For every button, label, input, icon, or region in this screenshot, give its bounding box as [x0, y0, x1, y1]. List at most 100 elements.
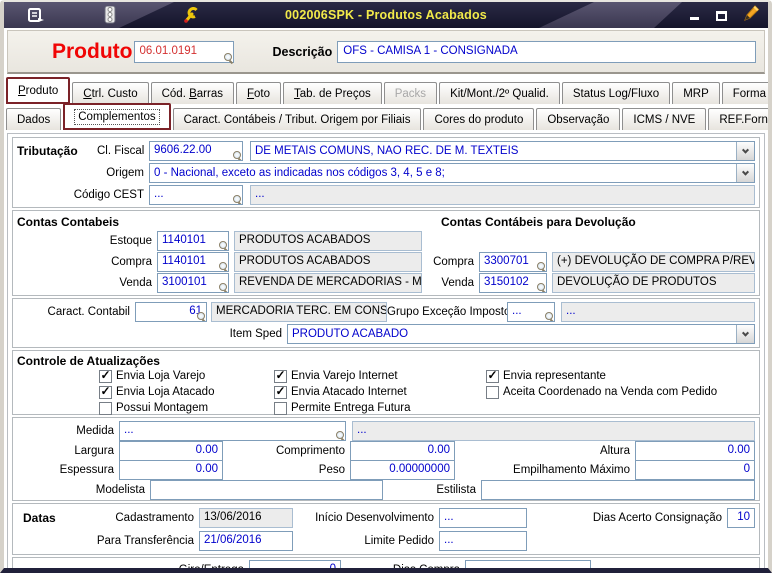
tab-ctrl-custo[interactable]: Ctrl. Custo	[72, 82, 148, 104]
lookup-icon[interactable]	[218, 241, 228, 251]
checkbox-box[interactable]	[274, 386, 287, 399]
inicio-desenvolvimento-field[interactable]: ...	[439, 508, 527, 528]
item-sped-combo[interactable]: PRODUTO ACABADO	[287, 324, 755, 344]
form-icon[interactable]	[26, 6, 46, 24]
cl-fiscal-desc-combo[interactable]: DE METAIS COMUNS, NAO REC. DE M. TEXTEIS	[250, 141, 755, 161]
datas-title: Datas	[17, 511, 73, 525]
codigo-cest-label: Código CEST	[17, 189, 149, 201]
tab-ref-fornecedor[interactable]: REF.Fornecedor	[708, 108, 772, 130]
checkbox-envia-atacado-internet[interactable]: Envia Atacado Internet	[274, 384, 407, 400]
tab-status-log-fluxo[interactable]: Status Log/Fluxo	[562, 82, 670, 104]
largura-field[interactable]: 0.00	[119, 441, 223, 461]
checkbox-box[interactable]	[99, 386, 112, 399]
espessura-field[interactable]: 0.00	[119, 460, 223, 480]
edit-pencil-icon[interactable]	[742, 4, 760, 27]
product-label: Produto	[52, 40, 132, 64]
dropdown-arrow-icon[interactable]	[736, 164, 754, 182]
caract-contabil-code-field[interactable]: 61	[135, 302, 207, 322]
altura-field[interactable]: 0.00	[635, 441, 755, 461]
venda-code-field[interactable]: 3100101	[157, 273, 229, 293]
tributacao-title: Tributação	[17, 144, 97, 158]
lookup-icon[interactable]	[536, 262, 546, 272]
tab-foto[interactable]: Foto	[236, 82, 281, 104]
dias-compra-field[interactable]: ...	[465, 560, 591, 573]
dev-venda-code-field[interactable]: 3150102	[479, 273, 547, 293]
grupo-excecao-code-field[interactable]: ...	[507, 302, 555, 322]
tab-observacao[interactable]: Observação	[536, 108, 620, 130]
comprimento-field[interactable]: 0.00	[350, 441, 455, 461]
lookup-icon[interactable]	[335, 431, 345, 441]
titlebar: 002006SPK - Produtos Acabados	[4, 2, 768, 28]
tab-packs: Packs	[384, 82, 437, 104]
section-datas: Datas Cadastramento 13/06/2016 Início De…	[12, 503, 760, 555]
checkbox-box[interactable]	[99, 402, 112, 415]
peso-field[interactable]: 0.00000000	[350, 460, 455, 480]
section-giro-dias: Giro/Entrega 0 Dias Compra ...	[12, 557, 760, 573]
checkbox-box[interactable]	[486, 370, 499, 383]
checkbox-permite-entrega-futura[interactable]: Permite Entrega Futura	[274, 400, 411, 416]
tab-tab-de-precos[interactable]: Tab. de Preços	[283, 82, 382, 104]
description-label: Descrição	[272, 45, 332, 59]
tab-cod-barras[interactable]: Cód. Barras	[151, 82, 234, 104]
description-field[interactable]: OFS - CAMISA 1 - CONSIGNADA	[337, 41, 756, 63]
dropdown-arrow-icon[interactable]	[736, 142, 754, 160]
tab-caract-contabeis-filiais[interactable]: Caract. Contábeis / Tribut. Origem por F…	[173, 108, 422, 130]
checkbox-aceita-coordenado[interactable]: Aceita Coordenado na Venda com Pedido	[486, 384, 717, 400]
giro-entrega-field[interactable]: 0	[249, 560, 341, 573]
minimize-button[interactable]	[688, 10, 701, 21]
app-window: 002006SPK - Produtos Acabados	[0, 0, 772, 573]
estilista-label: Estilista	[383, 484, 481, 496]
compra-code-field[interactable]: 1140101	[157, 252, 229, 272]
tab-complementos[interactable]: Complementos	[63, 103, 170, 130]
limite-pedido-field[interactable]: ...	[439, 531, 527, 551]
estilista-field[interactable]	[481, 480, 755, 500]
checkbox-box[interactable]	[486, 386, 499, 399]
medida-code-field[interactable]: ...	[119, 421, 346, 441]
maximize-button[interactable]	[715, 10, 728, 21]
lookup-icon[interactable]	[196, 312, 206, 322]
checkbox-envia-loja-varejo[interactable]: Envia Loja Varejo	[99, 368, 205, 384]
checkbox-envia-varejo-internet[interactable]: Envia Varejo Internet	[274, 368, 398, 384]
cl-fiscal-code-field[interactable]: 9606.22.00	[149, 141, 243, 161]
product-code-field[interactable]: 06.01.0191	[134, 41, 234, 63]
tab-kit-mont[interactable]: Kit/Mont./2º Qualid.	[439, 82, 560, 104]
lookup-icon[interactable]	[232, 151, 242, 161]
traffic-light-icon[interactable]	[100, 6, 120, 24]
lookup-icon[interactable]	[218, 283, 228, 293]
lookup-icon[interactable]	[536, 283, 546, 293]
tab-produto[interactable]: Produto	[6, 77, 70, 104]
para-transferencia-field[interactable]: 21/06/2016	[199, 531, 293, 551]
empilhamento-field[interactable]: 0	[635, 460, 755, 480]
lookup-icon[interactable]	[232, 195, 242, 205]
dias-acerto-field[interactable]: 10	[727, 508, 755, 528]
tab-icms-nve[interactable]: ICMS / NVE	[622, 108, 706, 130]
lookup-icon[interactable]	[223, 53, 233, 63]
venda-desc-field: REVENDA DE MERCADORIAS - MERC. NACIONA	[234, 273, 422, 293]
wrench-icon[interactable]	[180, 6, 200, 24]
medida-desc-field: ...	[352, 421, 755, 441]
grupo-excecao-desc-field: ...	[561, 302, 755, 322]
checkbox-box[interactable]	[274, 402, 287, 415]
checkbox-envia-loja-atacado[interactable]: Envia Loja Atacado	[99, 384, 214, 400]
modelista-field[interactable]	[150, 480, 383, 500]
tab-mrp[interactable]: MRP	[672, 82, 720, 104]
lookup-icon[interactable]	[544, 312, 554, 322]
cadastramento-field: 13/06/2016	[199, 508, 293, 528]
tab-dados[interactable]: Dados	[6, 108, 61, 130]
checkbox-possui-montagem[interactable]: Possui Montagem	[99, 400, 208, 416]
contas-devolucao-title: Contas Contábeis para Devolução	[441, 215, 636, 229]
dias-acerto-label: Dias Acerto Consignação	[527, 512, 727, 524]
checkbox-envia-representante[interactable]: Envia representante	[486, 368, 606, 384]
estoque-desc-field: PRODUTOS ACABADOS	[234, 231, 422, 251]
lookup-icon[interactable]	[218, 262, 228, 272]
codigo-cest-code-field[interactable]: ...	[149, 185, 243, 205]
comprimento-label: Comprimento	[223, 445, 350, 457]
dropdown-arrow-icon[interactable]	[736, 325, 754, 343]
checkbox-box[interactable]	[99, 370, 112, 383]
tab-forma-pgto[interactable]: Forma Pgto.	[722, 82, 772, 104]
dev-compra-code-field[interactable]: 3300701	[479, 252, 547, 272]
origem-combo[interactable]: 0 - Nacional, exceto as indicadas nos có…	[149, 163, 755, 183]
checkbox-box[interactable]	[274, 370, 287, 383]
tab-cores-do-produto[interactable]: Cores do produto	[423, 108, 534, 130]
estoque-code-field[interactable]: 1140101	[157, 231, 229, 251]
